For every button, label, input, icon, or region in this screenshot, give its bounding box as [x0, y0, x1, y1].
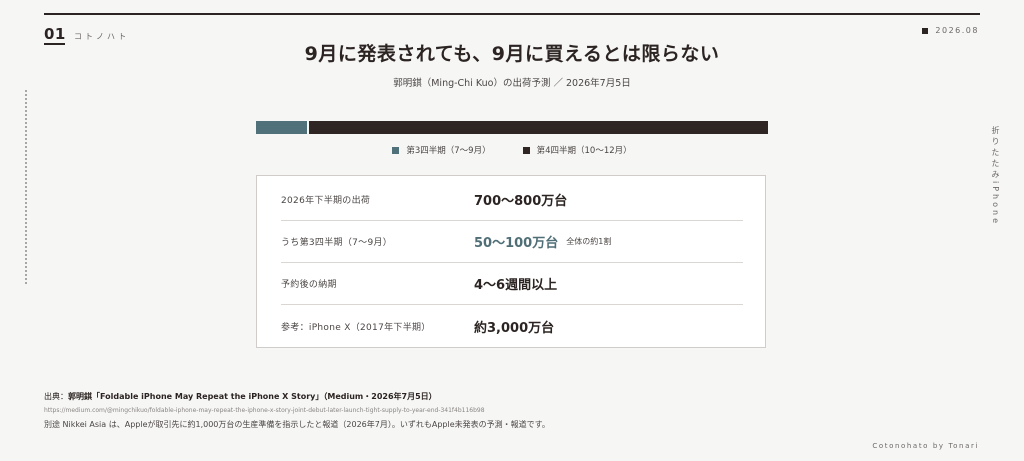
table-row: 2026年下半期の出荷 700〜800万台 [281, 179, 743, 221]
top-rule [44, 13, 980, 15]
legend-swatch-q3 [392, 146, 400, 154]
row-value: 50〜100万台 [474, 236, 559, 251]
source-note: 別途 Nikkei Asia は、Appleが取引先に約1,000万台の生産準備… [44, 420, 550, 429]
source-url: https://medium.com/@mingchikuo/foldable-… [44, 407, 485, 414]
date-text: 2026.08 [935, 26, 979, 35]
legend-item-q4: 第4四半期（10〜12月） [522, 144, 632, 156]
bar-segment-q4 [309, 121, 768, 134]
legend-label-q4: 第4四半期（10〜12月） [536, 146, 632, 156]
row-value: 700〜800万台 [474, 194, 568, 209]
bar-segment-q3 [256, 121, 307, 134]
table-row: 参考：iPhone X（2017年下半期） 約3,000万台 [281, 305, 743, 347]
source-citation: 出典：郭明錤「Foldable iPhone May Repeat the iP… [44, 391, 437, 402]
row-value: 約3,000万台 [474, 320, 555, 336]
row-label: 2026年下半期の出荷 [281, 196, 371, 206]
date-badge: 2026.08 [922, 26, 979, 35]
left-dotted-divider [25, 90, 27, 284]
page-subtitle: 郭明錤（Ming-Chi Kuo）の出荷予測 ／ 2026年7月5日 [393, 78, 631, 89]
source-title: 郭明錤「Foldable iPhone May Repeat the iPhon… [68, 392, 437, 401]
forecast-table: 2026年下半期の出荷 700〜800万台 うち第3四半期（7〜9月） 50〜1… [256, 175, 766, 348]
page-title: 9月に発表されても、9月に買えるとは限らない [304, 43, 720, 65]
side-label: 折りたたみiPhone [991, 126, 1000, 227]
legend-swatch-q4 [522, 146, 530, 154]
row-label: うち第3四半期（7〜9月） [281, 238, 393, 248]
legend-label-q3: 第3四半期（7〜9月） [406, 146, 491, 156]
footer-brand: Cotonohato by Tonari [872, 442, 979, 450]
source-prefix: 出典： [44, 392, 68, 401]
legend-item-q3: 第3四半期（7〜9月） [392, 144, 491, 156]
table-row: うち第3四半期（7〜9月） 50〜100万台 全体の約1割 [281, 221, 743, 263]
stacked-bar [256, 121, 768, 134]
row-value: 4〜6週間以上 [474, 278, 558, 293]
legend: 第3四半期（7〜9月） 第4四半期（10〜12月） [0, 144, 1024, 156]
row-note: 全体の約1割 [566, 237, 612, 246]
table-row: 予約後の納期 4〜6週間以上 [281, 263, 743, 305]
row-label: 予約後の納期 [281, 280, 337, 290]
square-icon [922, 27, 929, 34]
row-label: 参考：iPhone X（2017年下半期） [281, 322, 431, 333]
